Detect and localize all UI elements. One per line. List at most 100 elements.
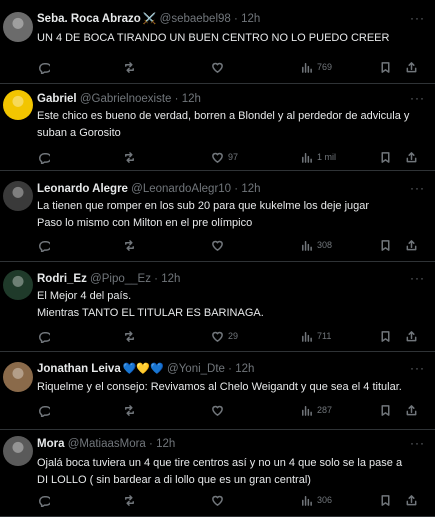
tweet-time[interactable]: 12h <box>241 183 260 195</box>
reply-button[interactable] <box>37 238 50 252</box>
avatar[interactable] <box>3 270 33 300</box>
author-name[interactable]: Jonathan Leiva <box>37 363 121 375</box>
like-button[interactable] <box>211 238 224 252</box>
tweet[interactable]: Jonathan Leiva 💙💛💙 @Yoni_Dte · 12h ··· Riqu… <box>0 352 435 430</box>
share-button[interactable] <box>405 150 418 164</box>
share-button[interactable] <box>405 60 418 74</box>
tweet-header: Seba. Roca Abrazo ⚔️ @sebaebel98 · 12h <box>37 12 260 26</box>
like-button[interactable]: 97 <box>211 150 238 164</box>
tweet-text-line: El Mejor 4 del país. <box>37 290 132 302</box>
views-count: 1 mil <box>317 152 337 162</box>
more-options-icon[interactable]: ··· <box>410 91 425 105</box>
reply-button[interactable] <box>37 493 50 507</box>
tweet-text-line: DI LOLLO ( sin bardear a di lollo que es… <box>37 474 311 486</box>
reply-icon <box>39 62 50 74</box>
tweet-actions: 306 <box>37 493 425 507</box>
retweet-button[interactable] <box>123 493 136 507</box>
views-button[interactable]: 711 <box>300 329 331 343</box>
views-button[interactable]: 769 <box>300 60 332 74</box>
tweet-time[interactable]: 12h <box>235 363 254 375</box>
separator-dot: · <box>174 93 179 105</box>
avatar[interactable] <box>3 12 33 42</box>
views-icon <box>302 405 312 416</box>
heart-icon <box>212 331 223 342</box>
tweet-text: Riquelme y el consejo: Revivamos al Chel… <box>37 379 423 396</box>
bookmark-button[interactable] <box>379 238 392 252</box>
reply-button[interactable] <box>37 403 50 417</box>
views-count: 308 <box>317 240 333 250</box>
author-handle[interactable]: @Yoni_Dte <box>167 363 225 375</box>
tweet[interactable]: Leonardo Alegre @LeonardoAlegr10 · 12h ··… <box>0 171 435 262</box>
author-handle[interactable]: @Gabrielnoexiste <box>80 93 172 105</box>
tweet-text-line: Ojalá boca tuviera un 4 que tire centros… <box>37 457 403 469</box>
retweet-button[interactable] <box>123 60 136 74</box>
views-button[interactable]: 287 <box>300 403 332 417</box>
reply-icon <box>39 405 50 417</box>
avatar[interactable] <box>3 436 33 466</box>
views-button[interactable]: 306 <box>300 493 332 507</box>
tweet[interactable]: Gabriel @Gabrielnoexiste · 12h ··· Este ch… <box>0 84 435 171</box>
tweet[interactable]: Rodri_Ez @Pipo__Ez · 12h ··· El Mejor 4 de… <box>0 262 435 352</box>
likes-count: 29 <box>228 331 239 341</box>
more-options-icon[interactable]: ··· <box>410 436 425 450</box>
tweet-text: UN 4 DE BOCA TIRANDO UN BUEN CENTRO NO L… <box>37 30 423 47</box>
views-button[interactable]: 308 <box>300 238 332 252</box>
tweet-time[interactable]: 12h <box>241 13 260 25</box>
like-button[interactable] <box>211 60 224 74</box>
avatar[interactable] <box>3 90 33 120</box>
bookmark-icon <box>381 61 390 73</box>
tweet-actions: 97 1 mil <box>37 150 425 164</box>
share-button[interactable] <box>405 238 418 252</box>
more-options-icon[interactable]: ··· <box>410 361 425 375</box>
heart-icon <box>212 62 223 73</box>
heart-icon <box>212 240 223 251</box>
author-handle[interactable]: @Pipo__Ez <box>90 273 151 285</box>
author-handle[interactable]: @sebaebel98 <box>160 13 231 25</box>
author-handle[interactable]: @LeonardoAlegr10 <box>131 183 231 195</box>
retweet-button[interactable] <box>123 150 136 164</box>
avatar[interactable] <box>3 362 33 392</box>
avatar[interactable] <box>3 181 33 211</box>
tweet-time[interactable]: 12h <box>182 93 201 105</box>
reply-button[interactable] <box>37 150 50 164</box>
tweet-text-line: Paso lo mismo con Milton en el pre olímp… <box>37 217 253 229</box>
reply-button[interactable] <box>37 60 50 74</box>
retweet-button[interactable] <box>123 238 136 252</box>
bookmark-button[interactable] <box>379 150 392 164</box>
more-options-icon[interactable]: ··· <box>410 181 425 195</box>
tweet-text-line: suban a Gorosito <box>37 127 121 139</box>
like-button[interactable]: 29 <box>211 329 238 343</box>
bookmark-button[interactable] <box>379 60 392 74</box>
retweet-button[interactable] <box>123 329 136 343</box>
reply-button[interactable] <box>37 329 50 343</box>
share-button[interactable] <box>405 493 418 507</box>
separator-dot: · <box>234 13 238 25</box>
author-name[interactable]: Gabriel <box>37 93 77 105</box>
more-options-icon[interactable]: ··· <box>410 271 425 285</box>
bookmark-button[interactable] <box>379 403 392 417</box>
bookmark-button[interactable] <box>379 329 392 343</box>
author-name[interactable]: Seba. Roca Abrazo <box>37 13 141 25</box>
tweet-time[interactable]: 12h <box>156 438 175 450</box>
views-button[interactable]: 1 mil <box>300 150 336 164</box>
retweet-icon <box>125 151 134 163</box>
like-button[interactable] <box>211 403 224 417</box>
more-options-icon[interactable]: ··· <box>410 11 425 25</box>
share-button[interactable] <box>405 403 418 417</box>
tweet[interactable]: Mora @MatiaasMora · 12h ··· Ojalá boca tuv… <box>0 430 435 517</box>
tweet-text-line: Este chico es bueno de verdad, borren a … <box>37 110 410 122</box>
author-name[interactable]: Rodri_Ez <box>37 273 87 285</box>
author-name[interactable]: Leonardo Alegre <box>37 183 128 195</box>
author-handle[interactable]: @MatiaasMora <box>68 438 146 450</box>
retweet-button[interactable] <box>123 403 136 417</box>
tweet[interactable]: Seba. Roca Abrazo ⚔️ @sebaebel98 · 12h ···… <box>0 0 435 84</box>
views-count: 287 <box>317 405 333 415</box>
bookmark-icon <box>381 151 390 163</box>
separator-dot: · <box>234 183 239 195</box>
share-button[interactable] <box>405 329 418 343</box>
retweet-icon <box>125 61 134 73</box>
like-button[interactable] <box>211 493 224 507</box>
tweet-time[interactable]: 12h <box>161 273 180 285</box>
bookmark-button[interactable] <box>379 493 392 507</box>
author-name[interactable]: Mora <box>37 438 64 450</box>
